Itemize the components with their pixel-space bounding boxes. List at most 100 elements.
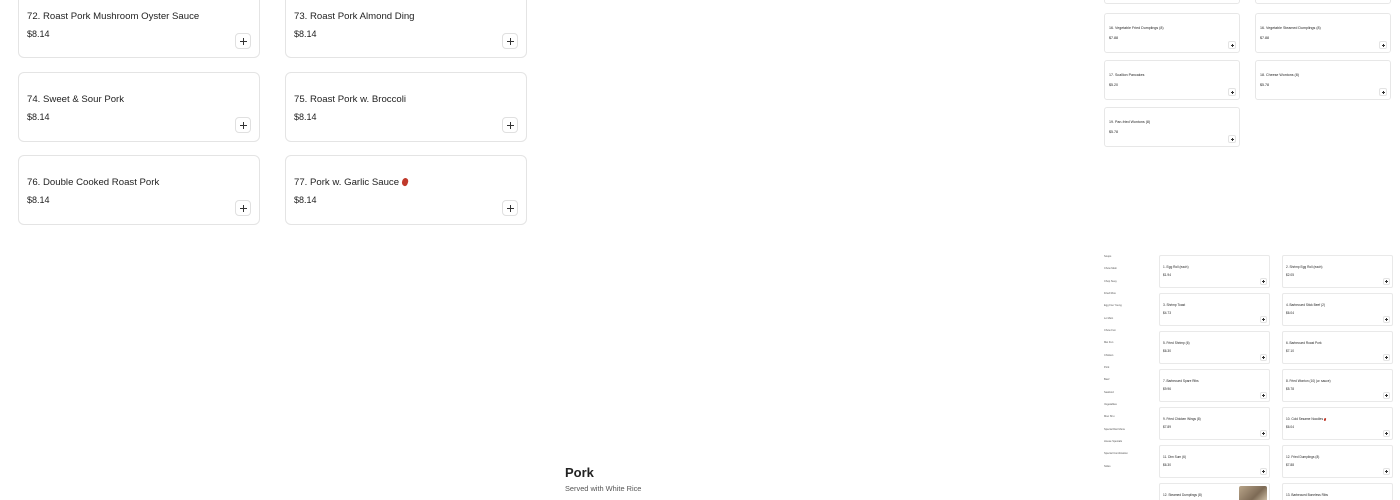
- menu-item-price: $8.14: [27, 195, 50, 205]
- menu-item-card[interactable]: 16. Vegetable Fried Dumplings (8) $7.88: [1104, 13, 1240, 53]
- menu-item-name: 13. Barbecued Boneless Ribs: [1286, 493, 1328, 497]
- add-to-cart-button[interactable]: [1260, 430, 1267, 437]
- add-to-cart-button[interactable]: [1379, 41, 1387, 49]
- menu-item-card[interactable]: 10. Cold Sesame Noodles $6.04: [1282, 407, 1393, 440]
- menu-item-price: $5.20: [1109, 83, 1118, 87]
- menu-item-card[interactable]: 12. Steamed Dumplings (8): [1159, 483, 1270, 500]
- menu-item-card[interactable]: [1255, 0, 1391, 4]
- category-link[interactable]: Soups: [1104, 255, 1111, 258]
- menu-item-price: $7.89: [1163, 425, 1171, 429]
- menu-item-price: $6.04: [1286, 311, 1294, 315]
- menu-item-price: $8.14: [294, 112, 317, 122]
- category-link[interactable]: Mei Fun: [1104, 341, 1113, 344]
- plus-icon: [1385, 318, 1388, 321]
- add-to-cart-button[interactable]: [1228, 88, 1236, 96]
- plus-icon: [1381, 43, 1385, 47]
- add-to-cart-button[interactable]: [502, 200, 518, 216]
- add-to-cart-button[interactable]: [1383, 278, 1390, 285]
- menu-item-card[interactable]: 19. Pan-fried Wontons (8) $5.78: [1104, 107, 1240, 147]
- plus-icon: [1262, 432, 1265, 435]
- plus-icon: [1385, 470, 1388, 473]
- category-link[interactable]: Special Combination: [1104, 452, 1128, 455]
- menu-item-price: $6.04: [1286, 425, 1294, 429]
- menu-item-name: 19. Pan-fried Wontons (8): [1109, 120, 1151, 124]
- add-to-cart-button[interactable]: [235, 117, 251, 133]
- category-link[interactable]: Lo Mein: [1104, 317, 1113, 320]
- plus-icon: [1262, 356, 1265, 359]
- menu-item-name: 12. Steamed Dumplings (8): [1163, 493, 1202, 497]
- menu-item-card[interactable]: [1104, 0, 1240, 4]
- add-to-cart-button[interactable]: [1260, 392, 1267, 399]
- category-link[interactable]: Chow Fun: [1104, 329, 1116, 332]
- category-link[interactable]: Sides: [1104, 465, 1111, 468]
- menu-item-card[interactable]: 16. Vegetable Steamed Dumplings (8) $7.8…: [1255, 13, 1391, 53]
- menu-item-card[interactable]: 13. Barbecued Boneless Ribs: [1282, 483, 1393, 500]
- category-link[interactable]: Pork: [1104, 366, 1109, 369]
- category-link[interactable]: Vegetables: [1104, 403, 1117, 406]
- menu-item-card[interactable]: 75. Roast Pork w. Broccoli $8.14: [285, 72, 527, 142]
- menu-item-name: 1. Egg Roll (each): [1163, 265, 1189, 269]
- add-to-cart-button[interactable]: [1260, 316, 1267, 323]
- menu-item-card[interactable]: 9. Fried Chicken Wings (8) $7.89: [1159, 407, 1270, 440]
- category-link[interactable]: Fried Rice: [1104, 292, 1116, 295]
- menu-item-name: 73. Roast Pork Almond Ding: [294, 11, 415, 22]
- menu-item-card[interactable]: 2. Shrimp Egg Roll (each) $2.05: [1282, 255, 1393, 288]
- category-link[interactable]: Chicken: [1104, 354, 1113, 357]
- category-link[interactable]: Beef: [1104, 378, 1109, 381]
- add-to-cart-button[interactable]: [1260, 354, 1267, 361]
- add-to-cart-button[interactable]: [502, 33, 518, 49]
- menu-item-card[interactable]: 73. Roast Pork Almond Ding $8.14: [285, 0, 527, 58]
- add-to-cart-button[interactable]: [235, 200, 251, 216]
- menu-item-name: 5. Fried Shrimp (6): [1163, 341, 1190, 345]
- category-link[interactable]: Chow Mein: [1104, 267, 1117, 270]
- menu-item-card[interactable]: 4. Barbecued Stick Beef (2) $6.04: [1282, 293, 1393, 326]
- menu-item-card[interactable]: 7. Barbecued Spare Ribs $9.96: [1159, 369, 1270, 402]
- add-to-cart-button[interactable]: [502, 117, 518, 133]
- category-link[interactable]: House Specials: [1104, 440, 1122, 443]
- add-to-cart-button[interactable]: [1383, 354, 1390, 361]
- add-to-cart-button[interactable]: [1260, 278, 1267, 285]
- menu-item-price: $7.88: [1286, 463, 1294, 467]
- category-link[interactable]: Chop Suey: [1104, 280, 1117, 283]
- plus-icon: [1381, 90, 1385, 94]
- menu-item-card[interactable]: 76. Double Cooked Roast Pork $8.14: [18, 155, 260, 225]
- add-to-cart-button[interactable]: [1383, 468, 1390, 475]
- menu-item-card[interactable]: 72. Roast Pork Mushroom Oyster Sauce $8.…: [18, 0, 260, 58]
- menu-item-name: 76. Double Cooked Roast Pork: [27, 177, 160, 188]
- category-link[interactable]: Seafood: [1104, 391, 1114, 394]
- add-to-cart-button[interactable]: [235, 33, 251, 49]
- add-to-cart-button[interactable]: [1228, 135, 1236, 143]
- menu-item-price: $8.14: [27, 112, 50, 122]
- menu-item-card[interactable]: 6. Barbecued Roast Pork $7.10: [1282, 331, 1393, 364]
- menu-item-price: $6.30: [1163, 349, 1171, 353]
- menu-item-name: 16. Vegetable Fried Dumplings (8): [1109, 26, 1164, 30]
- category-link[interactable]: Special Diet Menu: [1104, 428, 1125, 431]
- menu-item-card[interactable]: 8. Fried Wonton (10) (w. sauce) $5.78: [1282, 369, 1393, 402]
- menu-item-name: 12. Fried Dumplings (8): [1286, 455, 1320, 459]
- menu-item-price: $7.88: [1109, 36, 1118, 40]
- menu-item-card[interactable]: 74. Sweet & Sour Pork $8.14: [18, 72, 260, 142]
- menu-item-card[interactable]: 77. Pork w. Garlic Sauce $8.14: [285, 155, 527, 225]
- menu-item-card[interactable]: 12. Fried Dumplings (8) $7.88: [1282, 445, 1393, 478]
- category-link[interactable]: Moo Shu: [1104, 415, 1114, 418]
- menu-item-card[interactable]: 3. Shrimp Toast $4.73: [1159, 293, 1270, 326]
- section-title: Pork: [565, 465, 594, 480]
- category-link[interactable]: Egg Foo Young: [1104, 304, 1122, 307]
- add-to-cart-button[interactable]: [1383, 392, 1390, 399]
- add-to-cart-button[interactable]: [1383, 430, 1390, 437]
- menu-item-card[interactable]: 18. Cheese Wontons (8) $5.78: [1255, 60, 1391, 100]
- menu-item-name: 77. Pork w. Garlic Sauce: [294, 177, 400, 188]
- add-to-cart-button[interactable]: [1260, 468, 1267, 475]
- add-to-cart-button[interactable]: [1228, 41, 1236, 49]
- menu-item-name: 11. Dim Sum (6): [1163, 455, 1186, 459]
- menu-item-card[interactable]: 17. Scallion Pancakes $5.20: [1104, 60, 1240, 100]
- plus-icon: [239, 204, 247, 212]
- add-to-cart-button[interactable]: [1379, 88, 1387, 96]
- plus-icon: [1230, 90, 1234, 94]
- menu-item-card[interactable]: 1. Egg Roll (each) $1.94: [1159, 255, 1270, 288]
- menu-item-name: 74. Sweet & Sour Pork: [27, 94, 125, 105]
- add-to-cart-button[interactable]: [1383, 316, 1390, 323]
- menu-item-card[interactable]: 5. Fried Shrimp (6) $6.30: [1159, 331, 1270, 364]
- menu-item-name: 2. Shrimp Egg Roll (each): [1286, 265, 1323, 269]
- menu-item-card[interactable]: 11. Dim Sum (6) $6.30: [1159, 445, 1270, 478]
